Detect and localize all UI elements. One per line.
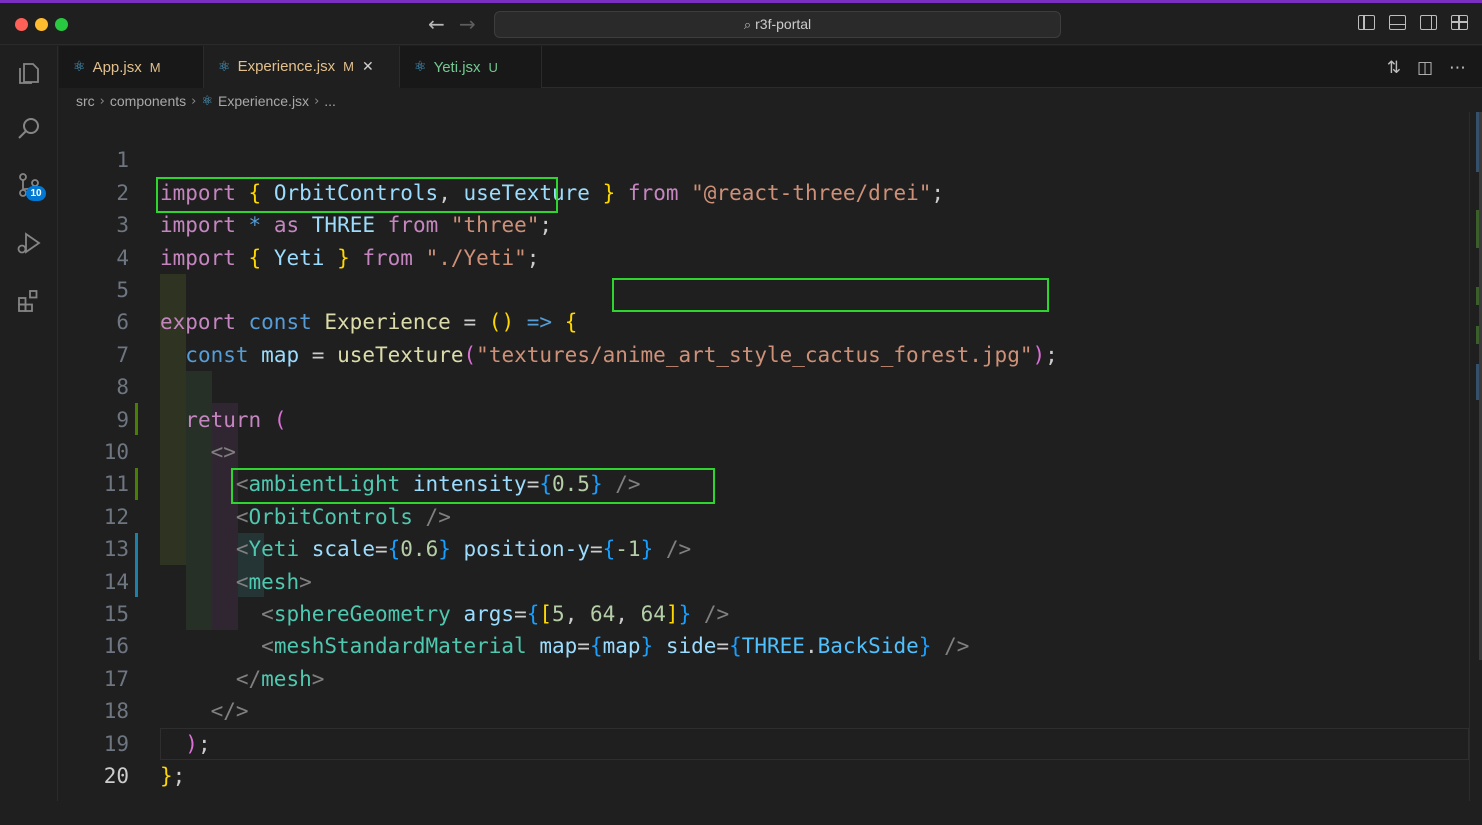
breadcrumb-item[interactable]: components	[110, 93, 186, 109]
tab-experience-jsx[interactable]: ⚛ Experience.jsx M ✕	[204, 46, 400, 88]
minimize-window-button[interactable]	[35, 18, 48, 31]
chevron-right-icon: ›	[314, 93, 320, 109]
customize-layout-icon[interactable]	[1451, 15, 1468, 30]
breadcrumb: src › components › ⚛ Experience.jsx › ..…	[76, 90, 336, 112]
code-line: 4	[59, 209, 1469, 270]
source-control-icon[interactable]: 10	[0, 158, 58, 212]
code-line: 17 </>	[59, 630, 1469, 723]
toggle-secondary-sidebar-icon[interactable]	[1420, 15, 1437, 30]
breadcrumb-item[interactable]: ...	[324, 93, 336, 109]
code-line: 5 export const Experience = () => {	[59, 242, 1469, 334]
title-bar: ← → ⌕ r3f-portal	[0, 3, 1482, 45]
tab-yeti-jsx[interactable]: ⚛ Yeti.jsx U	[400, 46, 542, 88]
tab-git-status: M	[149, 59, 161, 75]
line-number: 20	[103, 764, 129, 788]
extensions-icon[interactable]	[0, 274, 58, 328]
breadcrumb-item[interactable]: Experience.jsx	[218, 93, 309, 109]
source-control-badge: 10	[26, 186, 46, 201]
code-line: 20	[59, 728, 1469, 788]
split-editor-icon[interactable]: ◫	[1417, 58, 1433, 78]
react-file-icon: ⚛	[218, 58, 231, 75]
annotation-highlight-import-yeti	[156, 177, 558, 213]
tab-label: Experience.jsx	[237, 58, 336, 75]
navigate-forward-icon[interactable]: →	[459, 12, 476, 36]
code-line: 10 <ambientLight intensity={0.5} />	[59, 404, 1469, 496]
activity-bar: 10	[0, 46, 58, 801]
search-icon: ⌕	[743, 18, 752, 33]
code-line: 16 </mesh>	[59, 598, 1469, 690]
tab-git-status: M	[343, 59, 354, 74]
tab-git-status: U	[488, 59, 498, 75]
code-line: 8 return (	[59, 339, 1469, 431]
breadcrumb-item[interactable]: src	[76, 93, 95, 109]
react-file-icon: ⚛	[201, 93, 214, 109]
code-editor[interactable]: 1 import { OrbitControls, useTexture } f…	[59, 112, 1469, 801]
editor-tab-bar: ⚛ App.jsx M ⚛ Experience.jsx M ✕ ⚛ Yeti.…	[59, 46, 1482, 88]
editor-actions: ⇅ ◫ ⋯	[1387, 58, 1466, 78]
token: }	[160, 764, 173, 788]
code-line: 14 <sphereGeometry args={[5, 64, 64]} />	[59, 533, 1469, 626]
tab-label: App.jsx	[92, 58, 142, 76]
toggle-panel-icon[interactable]	[1389, 15, 1406, 30]
window-title: r3f-portal	[755, 16, 812, 32]
more-actions-icon[interactable]: ⋯	[1449, 58, 1466, 78]
line-code: };	[160, 760, 185, 792]
run-debug-icon[interactable]	[0, 216, 58, 270]
explorer-icon[interactable]	[0, 46, 58, 100]
react-file-icon: ⚛	[414, 59, 427, 75]
open-changes-icon[interactable]: ⇅	[1387, 58, 1401, 78]
code-line: 9 <>	[59, 371, 1469, 464]
toggle-primary-sidebar-icon[interactable]	[1358, 15, 1375, 30]
editor-scrollbar[interactable]	[1469, 112, 1482, 801]
tab-label: Yeti.jsx	[433, 58, 481, 76]
code-line: 18 );	[59, 663, 1469, 755]
chevron-right-icon: ›	[99, 93, 105, 109]
annotation-highlight-yeti-component	[231, 468, 715, 504]
react-file-icon: ⚛	[73, 59, 86, 75]
code-line: 11 <OrbitControls />	[59, 436, 1469, 528]
tab-app-jsx[interactable]: ⚛ App.jsx M	[59, 46, 204, 88]
code-line: 15 <meshStandardMaterial map={map} side=…	[59, 566, 1469, 658]
maximize-window-button[interactable]	[55, 18, 68, 31]
search-icon[interactable]	[0, 102, 58, 156]
code-line: 13 <mesh>	[59, 501, 1469, 593]
chevron-right-icon: ›	[191, 93, 197, 109]
code-line: 2 import * as THREE from "three";	[59, 144, 1469, 237]
layout-controls	[1358, 15, 1468, 30]
close-window-button[interactable]	[15, 18, 28, 31]
code-line: 19 };	[59, 695, 1469, 788]
code-line: 1 import { OrbitControls, useTexture } f…	[59, 112, 1469, 204]
close-tab-icon[interactable]: ✕	[362, 59, 374, 75]
token: ;	[172, 764, 186, 788]
command-center-search[interactable]: ⌕ r3f-portal	[494, 11, 1061, 38]
annotation-highlight-texture-filename	[612, 278, 1049, 312]
navigate-back-icon[interactable]: ←	[428, 12, 445, 36]
